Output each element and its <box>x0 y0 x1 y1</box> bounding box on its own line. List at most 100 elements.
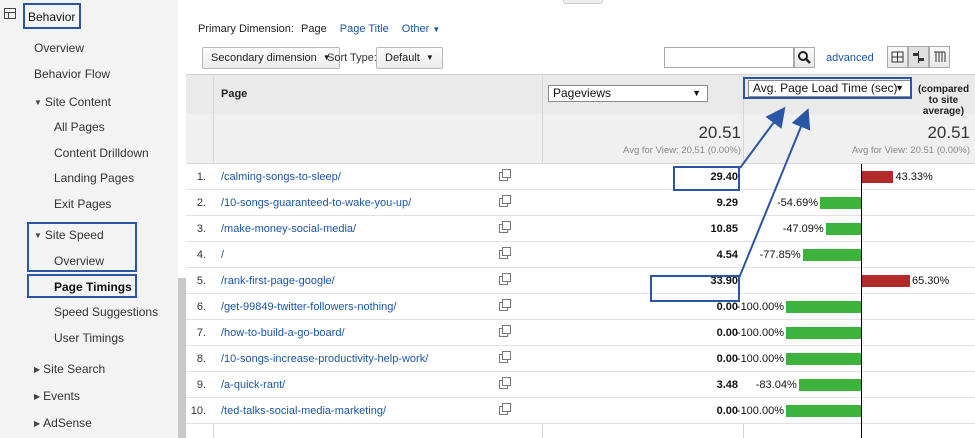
search-icon <box>798 51 811 64</box>
row-comparison-bar <box>861 171 894 183</box>
row-page-link[interactable]: /get-99849-twitter-followers-nothing/ <box>221 301 396 313</box>
sort-default-label: Default <box>385 52 420 64</box>
row-pageviews: 0.00 <box>716 327 738 339</box>
nav-page-timings[interactable]: Page Timings <box>54 280 132 294</box>
row-page-link[interactable]: /calming-songs-to-sleep/ <box>221 171 341 183</box>
external-link-icon[interactable] <box>499 195 511 207</box>
behavior-icon <box>4 8 16 19</box>
nav-site-search-label: Site Search <box>43 362 106 376</box>
nav-exit-pages[interactable]: Exit Pages <box>54 197 111 211</box>
nav-adsense-label: AdSense <box>43 416 92 430</box>
external-link-icon[interactable] <box>499 325 511 337</box>
row-number: 3. <box>196 223 206 235</box>
nav-site-search[interactable]: ▶ Site Search <box>34 362 105 376</box>
table-row: 5. /rank-first-page-google/33.90 65.30% <box>186 268 975 294</box>
comparison-view-button[interactable] <box>908 46 929 68</box>
row-number: 4. <box>196 249 206 261</box>
row-page-link[interactable]: /10-songs-guaranteed-to-wake-you-up/ <box>221 197 411 209</box>
primary-dimension-page-title[interactable]: Page Title <box>340 23 389 35</box>
nav-behavior-label: Behavior <box>28 10 76 24</box>
advanced-link[interactable]: advanced <box>826 52 874 64</box>
row-pageviews: 9.29 <box>716 197 738 209</box>
sort-type-button[interactable]: Default ▼ <box>376 47 443 69</box>
total-pageviews: 20.51 <box>698 123 741 142</box>
caret-right-icon: ▶ <box>34 419 41 428</box>
nav-content-drilldown[interactable]: Content Drilldown <box>54 146 149 160</box>
sort-type-label: Sort Type: <box>327 52 377 64</box>
external-link-icon[interactable] <box>499 221 511 233</box>
row-page-link[interactable]: /make-money-social-media/ <box>221 223 356 235</box>
external-link-icon[interactable] <box>499 377 511 389</box>
secondary-dimension-label: Secondary dimension <box>211 52 317 64</box>
external-link-icon[interactable] <box>499 247 511 259</box>
row-page-link[interactable]: /a-quick-rant/ <box>221 379 285 391</box>
row-pageviews: 10.85 <box>710 223 738 235</box>
table-row: 7. /how-to-build-a-go-board/0.00 -100.00% <box>186 320 975 346</box>
nav-user-timings[interactable]: User Timings <box>54 331 124 345</box>
nav-behavior[interactable]: Behavior <box>28 10 75 24</box>
external-link-icon[interactable] <box>499 299 511 311</box>
total-compare-sub: Avg for View: 20.51 (0.00%) <box>852 145 970 156</box>
row-page-link[interactable]: /how-to-build-a-go-board/ <box>221 327 345 339</box>
search-button[interactable] <box>794 47 815 68</box>
secondary-dimension-button[interactable]: Secondary dimension ▼ <box>202 47 340 69</box>
row-page-link[interactable]: / <box>221 249 224 261</box>
total-compare: 20.51 <box>927 123 970 142</box>
row-number: 7. <box>196 327 206 339</box>
search-input[interactable] <box>664 47 794 68</box>
metric-select[interactable]: Pageviews ▼ <box>548 85 708 102</box>
pivot-view-button[interactable] <box>929 46 950 68</box>
comparison-view-icon <box>913 51 924 63</box>
nav-adsense[interactable]: ▶ AdSense <box>34 416 92 430</box>
primary-dimension-bar: Primary Dimension: Page Page Title Other… <box>198 23 440 35</box>
sidebar-scrollbar[interactable] <box>178 278 186 438</box>
table-row: 9. /a-quick-rant/3.48 -83.04% <box>186 372 975 398</box>
row-number: 5. <box>196 275 206 287</box>
comparison-zero-axis <box>861 164 862 438</box>
nav-site-speed[interactable]: ▼ Site Speed <box>34 228 104 242</box>
nav-speed-overview[interactable]: Overview <box>54 254 104 268</box>
nav-behavior-flow[interactable]: Behavior Flow <box>34 67 110 81</box>
external-link-icon[interactable] <box>499 169 511 181</box>
nav-landing-pages[interactable]: Landing Pages <box>54 171 134 185</box>
row-page-link[interactable]: /10-songs-increase-productivity-help-wor… <box>221 353 428 365</box>
row-comparison-bar <box>819 197 861 209</box>
row-number: 6. <box>196 301 206 313</box>
table-row: 6. /get-99849-twitter-followers-nothing/0… <box>186 294 975 320</box>
row-comparison-percent: -47.09% <box>782 223 824 235</box>
nav-site-speed-label: Site Speed <box>44 228 104 242</box>
row-comparison-bar <box>825 223 861 235</box>
row-comparison-percent: 65.30% <box>911 275 950 287</box>
row-comparison-percent: -54.69% <box>777 197 818 209</box>
row-page-link[interactable]: /rank-first-page-google/ <box>221 275 335 287</box>
external-link-icon[interactable] <box>499 273 511 285</box>
sidebar: Behavior Overview Behavior Flow ▼ Site Co… <box>0 0 178 438</box>
row-comparison-percent: -77.85% <box>759 249 801 261</box>
row-comparison-percent: -100.00% <box>736 301 784 313</box>
row-comparison-bar <box>786 405 861 417</box>
table-row: 1. /calming-songs-to-sleep/29.40 43.33% <box>186 164 975 190</box>
nav-all-pages[interactable]: All Pages <box>54 120 105 134</box>
caret-down-icon: ▼ <box>432 25 441 34</box>
table-view-button[interactable] <box>887 46 908 68</box>
nav-events[interactable]: ▶ Events <box>34 389 80 403</box>
row-comparison-bar <box>802 249 861 261</box>
row-comparison-percent: 43.33% <box>895 171 933 183</box>
table-row: 8. /10-songs-increase-productivity-help-w… <box>186 346 975 372</box>
row-number: 8. <box>196 353 206 365</box>
row-pageviews: 4.54 <box>716 249 738 261</box>
nav-site-content[interactable]: ▼ Site Content <box>34 95 111 109</box>
top-scroll-tab[interactable] <box>563 0 603 4</box>
nav-overview[interactable]: Overview <box>34 41 84 55</box>
external-link-icon[interactable] <box>499 351 511 363</box>
table-totals-row <box>186 114 975 164</box>
row-page-link[interactable]: /ted-talks-social-media-marketing/ <box>221 405 386 417</box>
compare-note: (compared to site average) <box>748 84 973 117</box>
primary-dimension-other[interactable]: Other ▼ <box>402 23 441 35</box>
row-comparison-percent: -83.04% <box>755 379 797 391</box>
column-header-page[interactable]: Page <box>221 88 247 100</box>
nav-speed-suggestions[interactable]: Speed Suggestions <box>54 305 158 319</box>
table-row: 2. /10-songs-guaranteed-to-wake-you-up/9.… <box>186 190 975 216</box>
other-label: Other <box>401 23 430 35</box>
external-link-icon[interactable] <box>499 403 511 415</box>
